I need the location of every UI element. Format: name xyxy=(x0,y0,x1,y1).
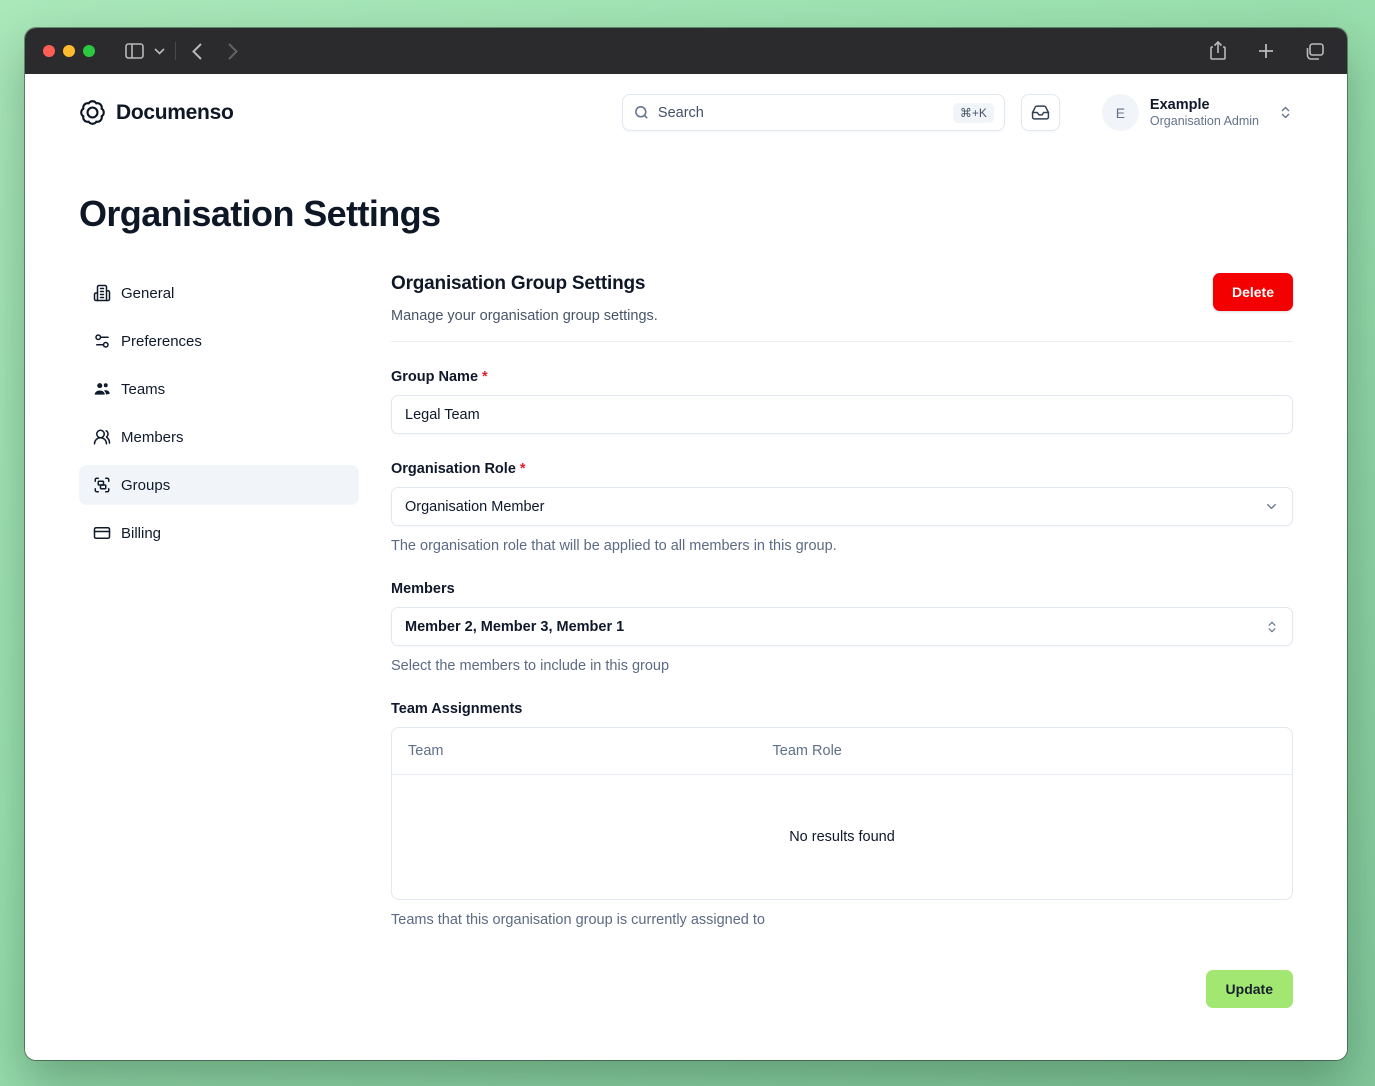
sidebar-item-groups[interactable]: Groups xyxy=(79,465,359,505)
building-icon xyxy=(93,284,111,302)
sliders-icon xyxy=(93,332,111,350)
team-assignments-table: Team Team Role No results found xyxy=(391,727,1293,900)
minimize-window-button[interactable] xyxy=(63,45,75,57)
required-asterisk: * xyxy=(482,369,488,385)
required-asterisk: * xyxy=(520,461,526,477)
group-name-field: Group Name * xyxy=(391,369,1293,434)
close-window-button[interactable] xyxy=(43,45,55,57)
chevrons-up-down-icon xyxy=(1278,105,1293,120)
team-assignments-field: Team Assignments Team Team Role No resul… xyxy=(391,701,1293,928)
documenso-logo-icon xyxy=(79,99,106,126)
sidebar-item-label: Teams xyxy=(121,381,165,398)
column-header-team-role: Team Role xyxy=(773,743,1276,759)
traffic-lights xyxy=(43,45,95,57)
members-multiselect[interactable]: Member 2, Member 3, Member 1 xyxy=(391,607,1293,646)
browser-titlebar xyxy=(25,28,1347,74)
sidebar-item-billing[interactable]: Billing xyxy=(79,513,359,553)
browser-window: Documenso ⌘+K xyxy=(25,28,1347,1060)
account-name: Example xyxy=(1150,96,1259,114)
group-icon xyxy=(93,476,111,494)
section-title: Organisation Group Settings xyxy=(391,273,658,295)
update-button[interactable]: Update xyxy=(1206,970,1293,1008)
sidebar-item-preferences[interactable]: Preferences xyxy=(79,321,359,361)
back-button[interactable] xyxy=(182,36,212,66)
sidebar-item-teams[interactable]: Teams xyxy=(79,369,359,409)
account-role: Organisation Admin xyxy=(1150,114,1259,130)
team-assignments-help: Teams that this organisation group is cu… xyxy=(391,912,1293,928)
settings-sidebar: General Preferences xyxy=(79,273,359,1060)
search-shortcut-badge: ⌘+K xyxy=(953,103,994,123)
organisation-role-label: Organisation Role * xyxy=(391,461,1293,477)
account-menu[interactable]: E Example Organisation Admin xyxy=(1102,94,1293,131)
team-assignments-label: Team Assignments xyxy=(391,701,1293,717)
members-label: Members xyxy=(391,581,1293,597)
section-divider xyxy=(391,341,1293,342)
organisation-role-field: Organisation Role * Organisation Member … xyxy=(391,461,1293,554)
organisation-role-select[interactable]: Organisation Member xyxy=(391,487,1293,526)
table-header-row: Team Team Role xyxy=(392,728,1292,775)
page-title: Organisation Settings xyxy=(25,147,1347,235)
tab-overview-icon[interactable] xyxy=(1299,36,1329,66)
sidebar-item-general[interactable]: General xyxy=(79,273,359,313)
members-field: Members Member 2, Member 3, Member 1 Sel… xyxy=(391,581,1293,674)
titlebar-divider xyxy=(175,42,176,60)
members-value: Member 2, Member 3, Member 1 xyxy=(405,619,624,635)
inbox-icon xyxy=(1031,103,1050,122)
group-name-label: Group Name * xyxy=(391,369,1293,385)
group-name-input[interactable] xyxy=(391,395,1293,434)
empty-state: No results found xyxy=(392,775,1292,899)
group-settings-panel: Organisation Group Settings Manage your … xyxy=(391,273,1293,1060)
members-help: Select the members to include in this gr… xyxy=(391,658,1293,674)
avatar: E xyxy=(1102,94,1139,131)
inbox-button[interactable] xyxy=(1021,94,1060,131)
brand-name: Documenso xyxy=(116,101,234,125)
chevron-down-icon xyxy=(1264,499,1279,514)
sidebar-item-label: General xyxy=(121,285,174,302)
organisation-role-help: The organisation role that will be appli… xyxy=(391,538,1293,554)
sidebar-item-label: Billing xyxy=(121,525,161,542)
search-input[interactable] xyxy=(658,105,945,121)
sidebar-item-label: Preferences xyxy=(121,333,202,350)
sidebar-item-label: Groups xyxy=(121,477,170,494)
zoom-window-button[interactable] xyxy=(83,45,95,57)
app-content: Documenso ⌘+K xyxy=(25,74,1347,1060)
new-tab-icon[interactable] xyxy=(1251,36,1281,66)
section-subtitle: Manage your organisation group settings. xyxy=(391,308,658,324)
app-header: Documenso ⌘+K xyxy=(25,74,1347,147)
sidebar-item-members[interactable]: Members xyxy=(79,417,359,457)
delete-button[interactable]: Delete xyxy=(1213,273,1293,311)
forward-button xyxy=(218,36,248,66)
brand[interactable]: Documenso xyxy=(79,99,234,126)
search-box[interactable]: ⌘+K xyxy=(622,94,1005,131)
sidebar-item-label: Members xyxy=(121,429,184,446)
credit-card-icon xyxy=(93,524,111,542)
users-round-icon xyxy=(93,428,111,446)
desktop-background: Documenso ⌘+K xyxy=(0,0,1375,1086)
chevrons-up-down-icon xyxy=(1265,620,1279,634)
users-filled-icon xyxy=(93,380,111,398)
share-icon[interactable] xyxy=(1203,36,1233,66)
sidebar-chevron-down-icon[interactable] xyxy=(149,36,169,66)
column-header-team: Team xyxy=(408,743,773,759)
organisation-role-value: Organisation Member xyxy=(405,499,544,515)
search-icon xyxy=(633,104,650,121)
sidebar-toggle-icon[interactable] xyxy=(119,36,149,66)
